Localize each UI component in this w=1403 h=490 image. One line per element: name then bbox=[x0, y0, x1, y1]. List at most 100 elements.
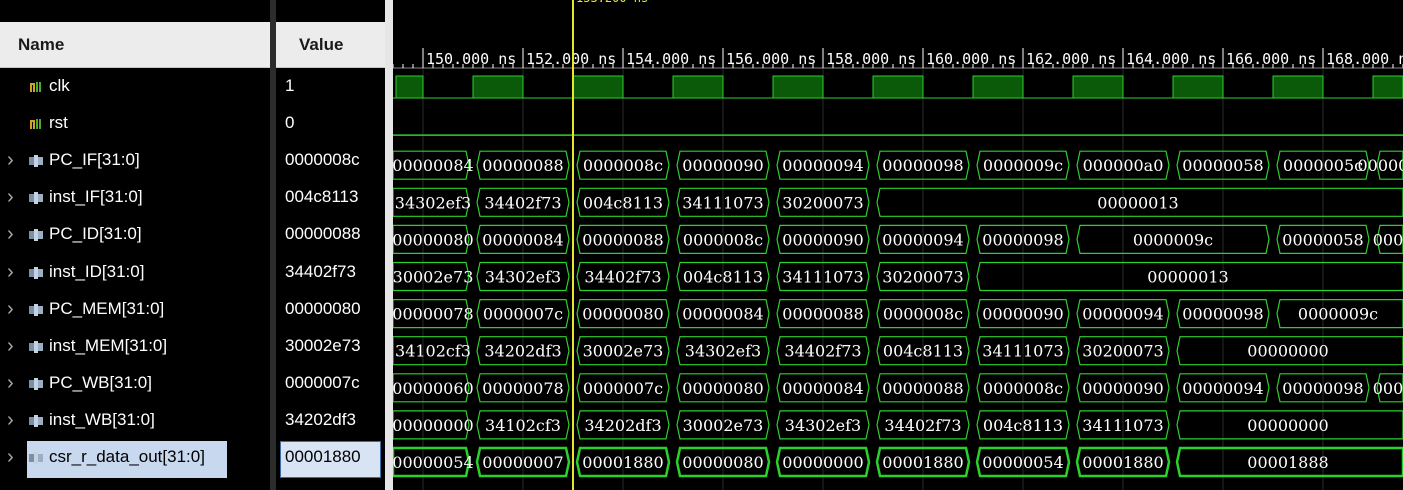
signal-name: PC_ID[31:0] bbox=[49, 224, 142, 244]
bus-segment-value: 00000013 bbox=[1097, 193, 1178, 212]
signal-value[interactable]: 00000088 bbox=[276, 218, 385, 251]
bus-segment-value: 00000078 bbox=[393, 305, 474, 324]
bus-segment-value: 00000080 bbox=[582, 305, 663, 324]
bus-segment-value: 30200073 bbox=[1082, 342, 1163, 361]
signal-row[interactable]: › PC_IF[31:0] bbox=[0, 144, 270, 177]
signal-value-text: 1 bbox=[285, 76, 295, 95]
chevron-right-icon[interactable]: › bbox=[7, 224, 21, 244]
signal-value-text: 00000080 bbox=[285, 298, 361, 318]
bus-segment-value: 34402f73 bbox=[784, 342, 861, 361]
signal-row[interactable]: › inst_ID[31:0] bbox=[0, 256, 270, 289]
bus-segment-value: 34402f73 bbox=[584, 268, 661, 287]
ruler-tick-label: 152.000 ns bbox=[526, 50, 616, 68]
chevron-right-icon[interactable]: › bbox=[7, 373, 21, 393]
bit-signal-icon bbox=[28, 79, 45, 93]
chevron-right-icon[interactable]: › bbox=[7, 150, 21, 170]
signal-value[interactable]: 1 bbox=[276, 70, 385, 103]
bus-segment-value: 00000078 bbox=[482, 379, 563, 398]
signal-row[interactable]: clk bbox=[0, 70, 270, 103]
signal-row[interactable]: › PC_ID[31:0] bbox=[0, 218, 270, 251]
bus-segment-value: 00000088 bbox=[582, 230, 663, 249]
signal-value[interactable]: 004c8113 bbox=[276, 181, 385, 214]
name-column-header[interactable]: Name bbox=[0, 22, 270, 68]
chevron-right-icon[interactable]: › bbox=[7, 410, 21, 430]
bus-segment-value: 00000060 bbox=[393, 379, 474, 398]
signal-row[interactable]: › PC_MEM[31:0] bbox=[0, 293, 270, 326]
signal-value-text: 0 bbox=[285, 113, 295, 133]
bus-segment-value: 00000090 bbox=[782, 230, 863, 249]
chevron-right-icon[interactable]: › bbox=[7, 262, 21, 282]
signal-value[interactable]: 0 bbox=[276, 107, 385, 140]
bus-segment-value: 00000000 bbox=[1247, 416, 1328, 435]
clk-high-pulse bbox=[472, 75, 524, 99]
bus-segment-value: 34111073 bbox=[982, 342, 1063, 361]
bus-segment-value: 00001880 bbox=[1082, 453, 1163, 472]
signal-value[interactable]: 34202df3 bbox=[276, 404, 385, 437]
signal-name: inst_ID[31:0] bbox=[49, 261, 145, 281]
name-header-label: Name bbox=[18, 34, 65, 54]
signal-name: rst bbox=[49, 113, 68, 133]
bus-segment-value: 30200073 bbox=[782, 193, 863, 212]
signal-row[interactable]: rst bbox=[0, 107, 270, 140]
bus-segment-value: 00000084 bbox=[482, 230, 563, 249]
signal-value[interactable]: 34402f73 bbox=[276, 256, 385, 289]
bus-signal-icon bbox=[28, 190, 45, 205]
signal-name: inst_IF[31:0] bbox=[49, 187, 143, 207]
signal-name: PC_IF[31:0] bbox=[49, 150, 140, 170]
bus-segment-value: 00000094 bbox=[782, 156, 863, 175]
ruler-tick-label: 160.000 ns bbox=[926, 50, 1016, 68]
signal-value-text: 34202df3 bbox=[285, 409, 356, 429]
bus-segment-value: 00000000 bbox=[393, 416, 474, 435]
bus-segment-value: 00000090 bbox=[682, 156, 763, 175]
bus-segment-value: 30200073 bbox=[882, 268, 963, 287]
bus-segment-value: 0000007c bbox=[583, 379, 663, 398]
signal-row[interactable]: › inst_IF[31:0] bbox=[0, 181, 270, 214]
clk-high-pulse bbox=[972, 75, 1024, 99]
bus-segment-value: 0000008c bbox=[983, 379, 1063, 398]
bus-segment-value: 00000098 bbox=[882, 156, 963, 175]
waveform-canvas[interactable]: 150.000 ns 152.000 ns 154.000 ns 156.000 ns… bbox=[393, 0, 1403, 490]
bus-segment-value: 000 bbox=[1373, 379, 1403, 398]
signal-row[interactable]: › inst_WB[31:0] bbox=[0, 404, 270, 437]
bus-segment-value: 00000080 bbox=[682, 453, 763, 472]
value-header-label: Value bbox=[299, 34, 344, 54]
clk-high-pulse bbox=[572, 75, 624, 99]
bus-segment-value: 0000009c bbox=[1133, 230, 1213, 249]
signal-name: csr_r_data_out[31:0] bbox=[49, 447, 205, 466]
chevron-right-icon[interactable]: › bbox=[7, 187, 21, 207]
signal-value[interactable]: 0000007c bbox=[276, 367, 385, 400]
bus-segment-value: 34111073 bbox=[782, 268, 863, 287]
bus-segment-value: 00001880 bbox=[882, 453, 963, 472]
pane-splitter[interactable] bbox=[385, 0, 393, 490]
signal-value[interactable]: 00001880 bbox=[276, 441, 385, 478]
signal-value[interactable]: 30002e73 bbox=[276, 330, 385, 363]
chevron-right-icon[interactable]: › bbox=[7, 299, 21, 319]
signal-value-text: 34402f73 bbox=[285, 261, 356, 281]
bus-segment-value: 004c8113 bbox=[583, 193, 663, 212]
bus-segment-value: 34202df3 bbox=[584, 416, 661, 435]
bus-segment-value: 00000088 bbox=[482, 156, 563, 175]
bus-segment-value: 00000088 bbox=[782, 305, 863, 324]
bus-segment-value: 00000094 bbox=[1082, 305, 1163, 324]
signal-row[interactable]: › inst_MEM[31:0] bbox=[0, 330, 270, 363]
bus-segment-value: 34402f73 bbox=[484, 193, 561, 212]
chevron-right-icon[interactable]: › bbox=[7, 336, 21, 356]
bus-segment-value: 0000008c bbox=[883, 305, 963, 324]
signal-value[interactable]: 00000080 bbox=[276, 293, 385, 326]
bus-segment-value: 30002e73 bbox=[683, 416, 764, 435]
bus-segment-value: 00000090 bbox=[982, 305, 1063, 324]
value-column-header[interactable]: Value bbox=[276, 22, 385, 68]
signal-value[interactable]: 0000008c bbox=[276, 144, 385, 177]
bus-segment-value: 00000088 bbox=[882, 379, 963, 398]
chevron-right-icon[interactable]: › bbox=[7, 447, 21, 467]
bus-segment-value: 34302ef3 bbox=[485, 268, 561, 287]
bus-segment-value: 00000094 bbox=[1182, 379, 1263, 398]
signal-name: PC_MEM[31:0] bbox=[49, 298, 165, 318]
signal-row[interactable]: › csr_r_data_out[31:0] bbox=[0, 441, 270, 478]
bus-segment-value: 00000058 bbox=[1282, 230, 1363, 249]
bus-signal-icon bbox=[28, 339, 45, 353]
signal-row[interactable]: › PC_WB[31:0] bbox=[0, 367, 270, 400]
bus-segment-value: 34111073 bbox=[682, 193, 763, 212]
ruler-tick-label: 164.000 ns bbox=[1126, 50, 1216, 68]
clk-high-pulse bbox=[672, 75, 724, 99]
